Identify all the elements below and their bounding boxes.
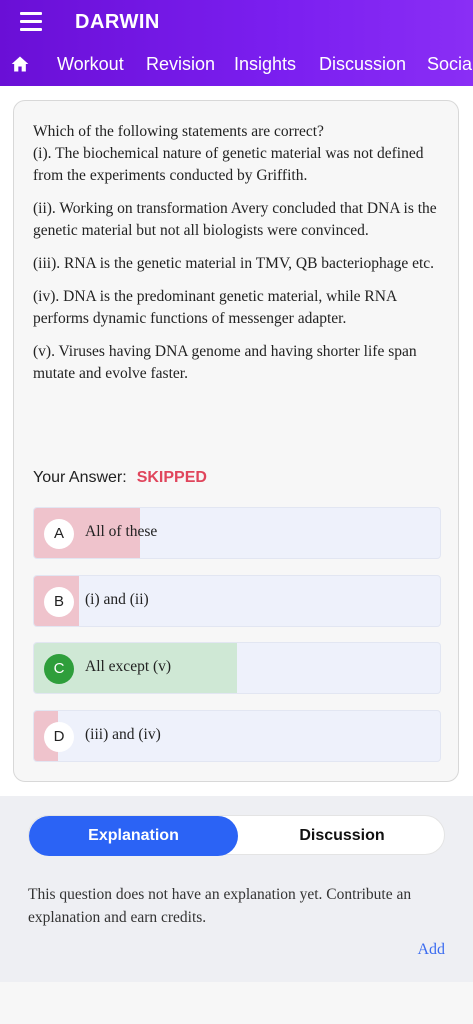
discussion-tab[interactable]: Discussion (238, 816, 446, 856)
explanation-section: Explanation Discussion This question doe… (0, 796, 473, 982)
tab-social[interactable]: Social (427, 54, 473, 75)
option-d[interactable]: D (iii) and (iv) (33, 710, 441, 762)
statement-3: (iii). RNA is the genetic material in TM… (33, 255, 435, 272)
statement-2: (ii). Working on transformation Avery co… (33, 200, 437, 239)
option-b[interactable]: B (i) and (ii) (33, 575, 441, 627)
add-explanation-link[interactable]: Add (417, 941, 445, 959)
tab-insights[interactable]: Insights (234, 54, 296, 75)
your-answer: Your Answer: SKIPPED (33, 469, 207, 487)
bottom-area (0, 982, 473, 1024)
question-stem: Which of the following statements are co… (33, 123, 324, 140)
app-title: DARWIN (75, 11, 160, 33)
your-answer-label: Your Answer: (33, 469, 127, 486)
option-a-letter: A (44, 519, 74, 549)
question-section: Which of the following statements are co… (0, 86, 473, 796)
question-text: Which of the following statements are co… (33, 121, 445, 396)
option-d-text: (iii) and (iv) (85, 726, 161, 743)
option-d-letter: D (44, 722, 74, 752)
hamburger-icon[interactable] (20, 12, 44, 32)
statement-1: (i). The biochemical nature of genetic m… (33, 145, 424, 184)
app-bar: DARWIN Workout Revision Insights Discuss… (0, 0, 473, 86)
tab-revision[interactable]: Revision (146, 54, 215, 75)
tab-workout[interactable]: Workout (57, 54, 124, 75)
explanation-message: This question does not have an explanati… (28, 886, 412, 926)
home-icon[interactable] (10, 54, 30, 74)
explanation-discussion-toggle: Explanation Discussion (28, 815, 446, 856)
nav-tabs: Workout Revision Insights Discussion Soc… (0, 44, 473, 86)
explanation-tab[interactable]: Explanation (29, 816, 238, 856)
top-toolbar: DARWIN (0, 0, 473, 44)
option-c-letter: C (44, 654, 74, 684)
option-c-text: All except (v) (85, 658, 172, 675)
answer-status-badge: SKIPPED (136, 469, 207, 486)
statement-4: (iv). DNA is the predominant genetic mat… (33, 288, 397, 327)
option-b-text: (i) and (ii) (85, 591, 149, 608)
option-b-letter: B (44, 587, 74, 617)
statement-5: (v). Viruses having DNA genome and havin… (33, 343, 417, 382)
question-card: Which of the following statements are co… (13, 100, 459, 782)
option-a[interactable]: A All of these (33, 507, 441, 559)
option-a-text: All of these (85, 523, 158, 540)
tab-discussion[interactable]: Discussion (319, 54, 406, 75)
option-c[interactable]: C All except (v) (33, 642, 441, 694)
